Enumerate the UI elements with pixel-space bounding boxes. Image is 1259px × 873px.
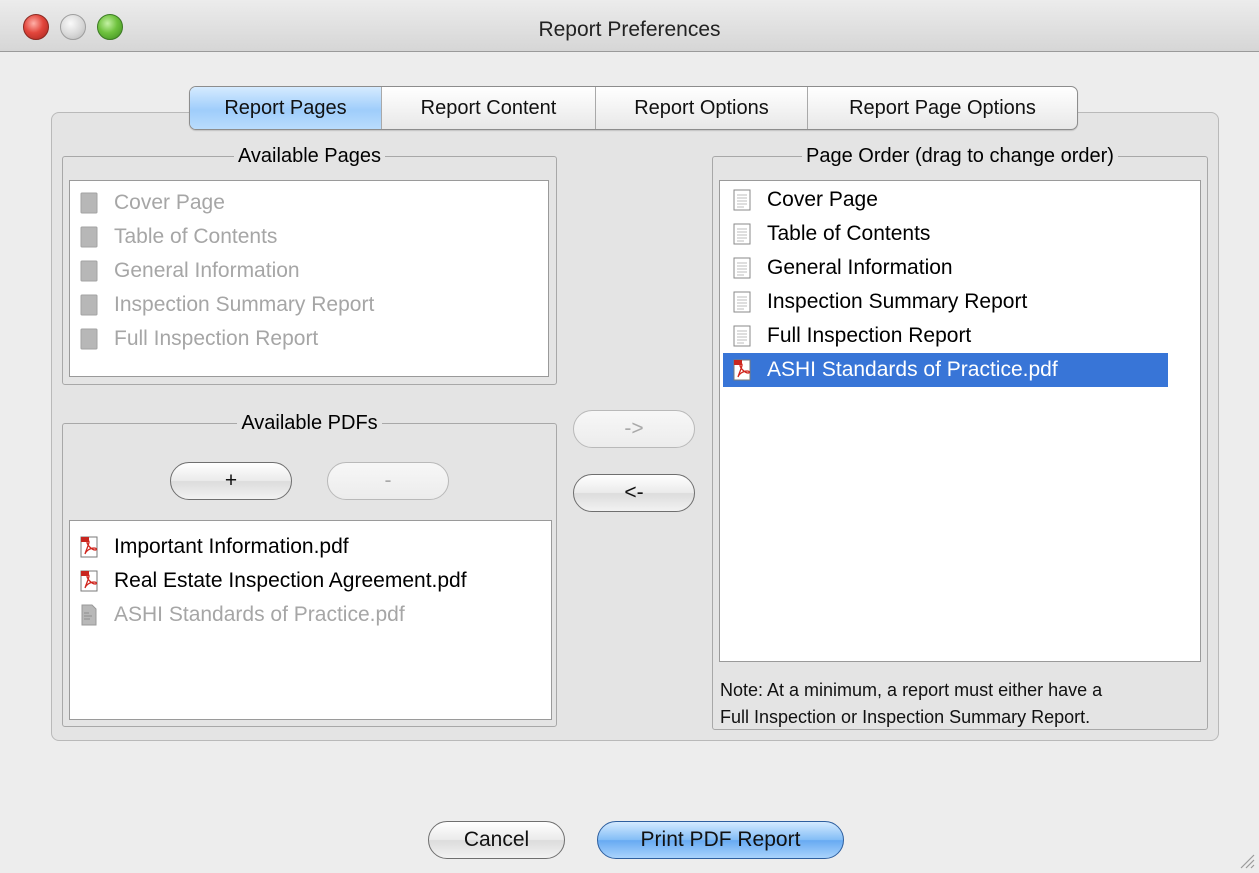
print-pdf-report-button[interactable]: Print PDF Report — [597, 821, 844, 859]
window-title: Report Preferences — [538, 18, 721, 41]
remove-pdf-button[interactable]: - — [327, 462, 449, 500]
page-icon — [733, 325, 751, 347]
list-item-label: Inspection Summary Report — [767, 290, 1028, 313]
available-pages-title: Available Pages — [233, 145, 386, 167]
page-icon — [733, 223, 751, 245]
list-item[interactable]: ASHI Standards of Practice.pdf — [70, 598, 551, 632]
page-order-list[interactable]: Cover Page Table of Contents General Infor… — [719, 180, 1201, 662]
tab-report-pages[interactable]: Report Pages — [190, 87, 382, 129]
list-item[interactable]: General Information — [723, 251, 1168, 285]
list-item-label: ASHI Standards of Practice.pdf — [114, 603, 405, 626]
remove-from-order-button[interactable]: <- — [573, 474, 695, 512]
list-item-label: Inspection Summary Report — [114, 293, 375, 316]
pdf-icon — [81, 604, 97, 626]
page-icon — [733, 189, 751, 211]
list-item-label: General Information — [767, 256, 953, 279]
list-item[interactable]: General Information — [70, 254, 548, 288]
list-item-label: Real Estate Inspection Agreement.pdf — [114, 569, 467, 592]
list-item[interactable]: Cover Page — [723, 183, 1168, 217]
tab-report-options[interactable]: Report Options — [596, 87, 808, 129]
list-item[interactable]: Inspection Summary Report — [723, 285, 1168, 319]
page-icon — [80, 294, 98, 316]
list-item-label: Table of Contents — [767, 222, 931, 245]
list-item[interactable]: ASHI Standards of Practice.pdf — [723, 353, 1168, 387]
list-item[interactable]: Full Inspection Report — [723, 319, 1168, 353]
list-item[interactable]: Important Information.pdf — [70, 530, 551, 564]
list-item-label: ASHI Standards of Practice.pdf — [767, 358, 1058, 381]
list-item-label: Cover Page — [114, 191, 225, 214]
title-bar: Report Preferences — [0, 0, 1259, 52]
page-icon — [733, 291, 751, 313]
page-icon — [80, 328, 98, 350]
list-item-label: Important Information.pdf — [114, 535, 349, 558]
pdf-icon — [80, 570, 98, 592]
page-icon — [80, 226, 98, 248]
list-item[interactable]: Cover Page — [70, 186, 548, 220]
list-item-label: Full Inspection Report — [767, 324, 972, 347]
page-icon — [80, 192, 98, 214]
tab-report-page-options[interactable]: Report Page Options — [808, 87, 1077, 129]
list-item[interactable]: Table of Contents — [723, 217, 1168, 251]
tab-strip: Report Pages Report Content Report Optio… — [189, 86, 1078, 130]
page-icon — [80, 260, 98, 282]
page-icon — [733, 257, 751, 279]
cancel-button[interactable]: Cancel — [428, 821, 565, 859]
available-pdfs-title: Available PDFs — [237, 412, 382, 434]
list-item-label: Table of Contents — [114, 225, 278, 248]
list-item-label: General Information — [114, 259, 300, 282]
list-item[interactable]: Full Inspection Report — [70, 322, 548, 356]
page-order-title: Page Order (drag to change order) — [802, 145, 1118, 167]
page-order-note: Note: At a minimum, a report must either… — [720, 677, 1190, 731]
note-line-2: Full Inspection or Inspection Summary Re… — [720, 707, 1091, 727]
list-item-label: Full Inspection Report — [114, 327, 319, 350]
pdf-icon — [80, 536, 98, 558]
resize-grip-icon[interactable] — [1237, 851, 1255, 869]
tab-report-content[interactable]: Report Content — [382, 87, 596, 129]
available-pdfs-list[interactable]: Important Information.pdf Real Estate Ins… — [69, 520, 552, 720]
available-pages-list[interactable]: Cover Page Table of Contents General Infor… — [69, 180, 549, 377]
pdf-icon — [733, 359, 751, 381]
list-item-label: Cover Page — [767, 188, 878, 211]
add-pdf-button[interactable]: + — [170, 462, 292, 500]
list-item[interactable]: Inspection Summary Report — [70, 288, 548, 322]
list-item[interactable]: Real Estate Inspection Agreement.pdf — [70, 564, 551, 598]
list-item[interactable]: Table of Contents — [70, 220, 548, 254]
note-line-1: Note: At a minimum, a report must either… — [720, 680, 1103, 700]
add-to-order-button[interactable]: -> — [573, 410, 695, 448]
